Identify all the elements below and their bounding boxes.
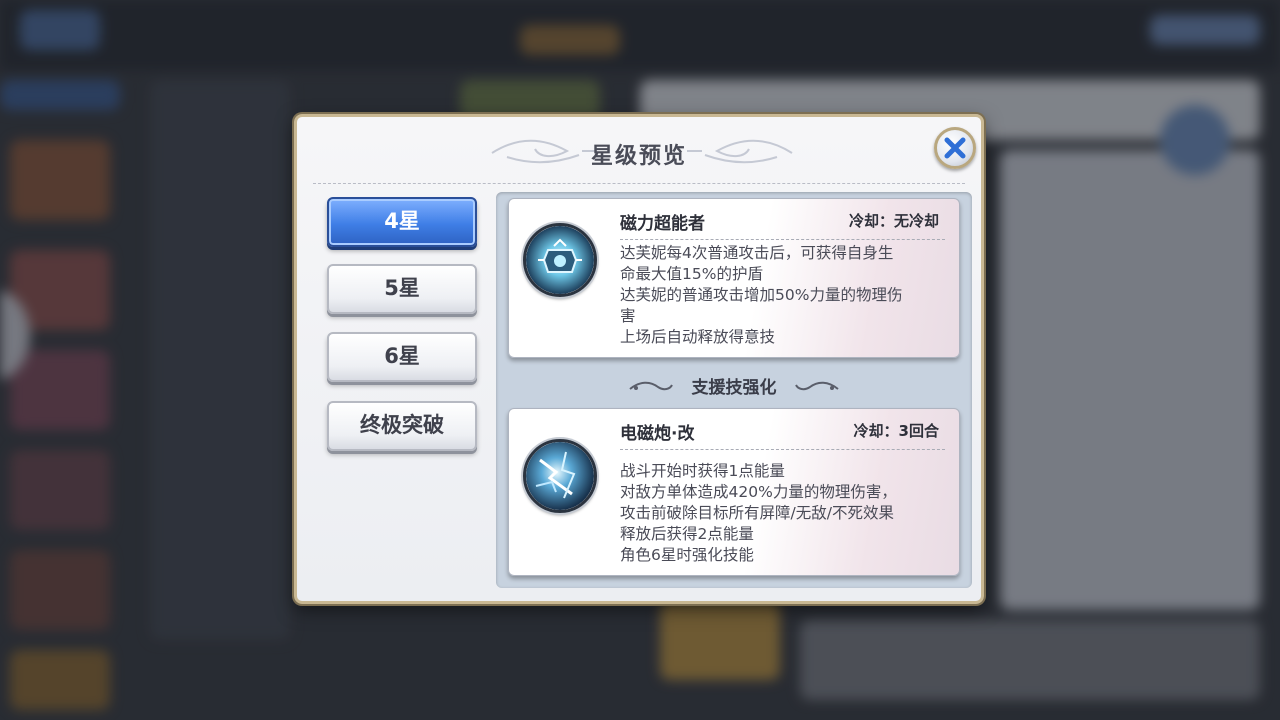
card-divider: [620, 239, 945, 240]
tab-5-star[interactable]: 5星: [327, 264, 477, 314]
right-ornament-icon: [794, 381, 839, 390]
skill-name: 磁力超能者: [620, 214, 705, 234]
dialog-title: 星级预览: [590, 144, 687, 169]
description-line: 战斗开始时获得1点能量: [620, 462, 785, 480]
tab-6-star[interactable]: 6星: [327, 332, 477, 382]
close-icon: [944, 137, 966, 159]
left-ornament-icon: [629, 381, 674, 390]
tab-ultimate-breakthrough[interactable]: 终极突破: [327, 401, 477, 451]
dialog-header: 星级预览: [297, 129, 981, 173]
magnet-shield-icon: [523, 223, 597, 297]
tab-4-star[interactable]: 4星: [327, 197, 477, 247]
description-line: 达芙妮每4次普通攻击后，可获得自身生: [620, 244, 894, 262]
description-line: 攻击前破除目标所有屏障/无敌/不死效果: [620, 504, 894, 522]
skill-description: 达芙妮每4次普通攻击后，可获得自身生 命最大值15%的护盾 达芙妮的普通攻击增加…: [620, 243, 949, 348]
support-skill-heading: 支援技强化: [496, 371, 972, 398]
star-preview-dialog: 星级预览 4星 5星 6星 终极突破 磁力超能者 冷却：无冷却 达芙妮每4次普通…: [294, 114, 984, 604]
skill-name: 电磁炮·改: [620, 424, 695, 444]
card-divider: [620, 449, 945, 450]
description-line: 上场后自动释放得意技: [620, 328, 776, 346]
support-heading-label: 支援技强化: [691, 378, 777, 398]
skill-description: 战斗开始时获得1点能量 对敌方单体造成420%力量的物理伤害， 攻击前破除目标所…: [620, 461, 949, 566]
description-line: 角色6星时强化技能: [620, 546, 754, 564]
description-line: 命最大值15%的护盾: [620, 265, 763, 283]
skill-cooldown: 冷却：无冷却: [848, 212, 939, 230]
description-line: 达芙妮的普通攻击增加50%力量的物理伤: [620, 286, 903, 304]
close-button[interactable]: [934, 127, 976, 169]
header-divider: [313, 183, 965, 184]
description-line: 对敌方单体造成420%力量的物理伤害，: [620, 483, 897, 501]
passive-skill-card: 磁力超能者 冷却：无冷却 达芙妮每4次普通攻击后，可获得自身生 命最大值15%的…: [508, 198, 960, 358]
skill-cooldown: 冷却：3回合: [853, 422, 939, 440]
description-line: 释放后获得2点能量: [620, 525, 754, 543]
description-line: 害: [620, 307, 636, 325]
skill-preview-panel: 磁力超能者 冷却：无冷却 达芙妮每4次普通攻击后，可获得自身生 命最大值15%的…: [496, 192, 972, 588]
lightning-railgun-icon: [523, 439, 597, 513]
support-skill-card: 电磁炮·改 冷却：3回合 战斗开始时获得1点能量 对敌方单体造成420%力量的物…: [508, 408, 960, 576]
